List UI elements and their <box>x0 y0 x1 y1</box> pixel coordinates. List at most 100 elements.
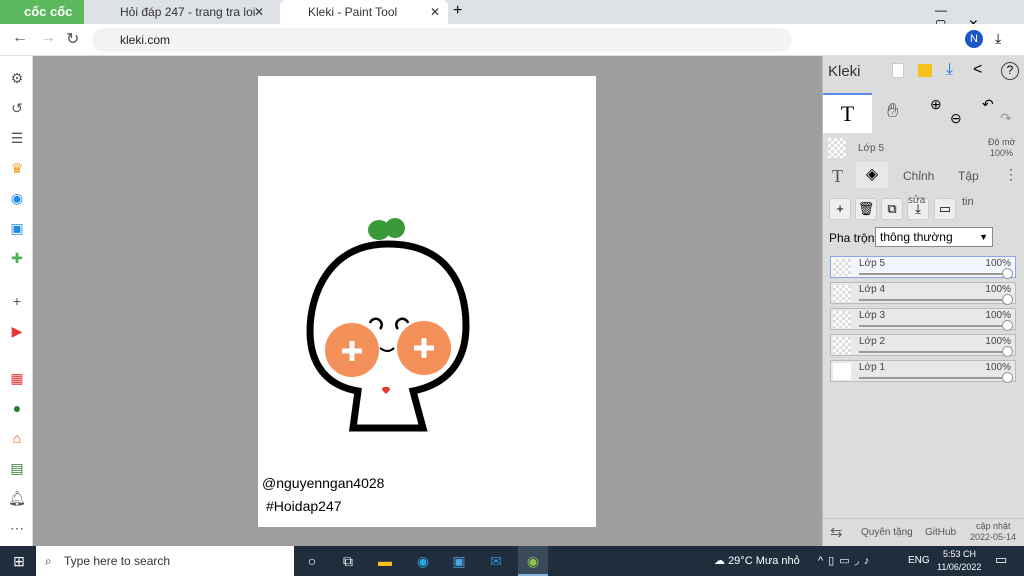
cortana-icon[interactable]: ○ <box>297 546 327 576</box>
zoom-out-icon[interactable]: ⊖ <box>950 110 962 127</box>
notification-icon[interactable]: ▭ <box>995 552 1007 568</box>
forward-icon[interactable]: → <box>40 29 56 47</box>
shop-icon[interactable]: ⌂ <box>7 428 27 448</box>
windows-start-icon[interactable]: ⊞ <box>4 546 34 576</box>
more-icon[interactable]: ⋯ <box>7 518 27 538</box>
layer-thumb <box>833 285 851 302</box>
mail-icon[interactable]: ✉ <box>481 546 511 576</box>
tab-layers-icon[interactable]: ◈ <box>856 162 888 188</box>
edge-icon[interactable]: ◉ <box>408 546 438 576</box>
opacity-slider[interactable] <box>859 273 1007 275</box>
layer-item[interactable]: Lớp 3 100% <box>830 308 1016 331</box>
share-icon[interactable]: < <box>973 61 982 79</box>
opacity-label: Độ mờ <box>988 137 1016 147</box>
slider-knob[interactable] <box>1002 268 1013 279</box>
history-icon[interactable]: ↺ <box>7 98 27 118</box>
layer-item[interactable]: Lớp 2 100% <box>830 334 1016 357</box>
slider-knob[interactable] <box>1002 294 1013 305</box>
blend-mode-select[interactable]: thông thường ▼ <box>875 227 993 247</box>
drawing-canvas[interactable]: @nguyenngan4028 #Hoidap247 <box>258 76 596 527</box>
back-icon[interactable]: ← <box>12 29 28 47</box>
bell-icon[interactable]: 🔔︎ <box>7 488 27 508</box>
duplicate-layer-button[interactable]: ⧉ <box>881 198 903 220</box>
layer-thumb <box>833 363 851 380</box>
delete-layer-button[interactable]: 🗑︎ <box>855 198 877 220</box>
update-date: 2022-05-14 <box>970 532 1017 542</box>
layer-item[interactable]: Lớp 5 100% <box>830 256 1016 279</box>
cloud-icon: ☁ <box>714 555 729 567</box>
layer-name: Lớp 5 <box>859 258 886 269</box>
more-menu-icon[interactable]: ⋮ <box>1004 166 1018 183</box>
text-tool-button[interactable]: T <box>823 93 872 133</box>
settings-icon[interactable]: ⚙ <box>7 68 27 88</box>
layer-thumb <box>833 311 851 328</box>
hand-tool-icon[interactable]: ✋︎ <box>887 100 898 123</box>
layer-thumb <box>833 337 851 354</box>
file-explorer-icon[interactable]: ▬ <box>370 546 400 576</box>
open-folder-icon[interactable] <box>918 64 932 77</box>
redo-icon[interactable]: ↷ <box>1000 110 1012 127</box>
tab-text-icon[interactable]: T <box>832 166 843 187</box>
tab-kleki[interactable]: Kleki - Paint Tool ✕ <box>280 0 448 24</box>
layer-thumbnail <box>828 138 846 158</box>
tab-file[interactable]: Tập <box>958 169 979 183</box>
help-icon[interactable]: ? <box>1001 62 1019 80</box>
browser-sidebar: ⚙ ↺ ☰ ♛ ◉ ▣ ✚ + ▶ ▦ ● ⌂ ▤ 🔔︎ ⋯ <box>0 56 33 546</box>
url-input[interactable]: kleki.com <box>92 28 792 52</box>
store-icon[interactable]: ▣ <box>444 546 474 576</box>
layer-name: Lớp 2 <box>859 336 886 347</box>
tab-adjust[interactable]: Chỉnh <box>903 169 934 183</box>
slider-knob[interactable] <box>1002 320 1013 331</box>
opacity-slider[interactable] <box>859 325 1007 327</box>
slider-knob[interactable] <box>1002 372 1013 383</box>
language-indicator[interactable]: ENG <box>908 555 930 566</box>
current-layer-name: Lớp 5 <box>858 143 885 154</box>
clock-time[interactable]: 5:53 CH <box>943 549 976 559</box>
taskbar: ⊞ ⌕ Type here to search ○ ⧉ ▬ ◉ ▣ ✉ ◉ ☁ 2… <box>0 546 1024 576</box>
save-download-icon[interactable]: ⤓ <box>946 61 953 79</box>
zalo-icon[interactable]: ▣ <box>7 218 27 238</box>
taskbar-search[interactable]: ⌕ Type here to search <box>36 546 294 576</box>
zoom-in-icon[interactable]: ⊕ <box>930 96 942 113</box>
opacity-slider[interactable] <box>859 351 1007 353</box>
new-image-icon[interactable] <box>892 63 904 78</box>
messenger-icon[interactable]: ◉ <box>7 188 27 208</box>
layer-item[interactable]: Lớp 4 100% <box>830 282 1016 305</box>
layer-item[interactable]: Lớp 1 100% <box>830 360 1016 383</box>
coccoc-taskbar-icon[interactable]: ◉ <box>518 546 548 576</box>
download-icon[interactable]: ⤓ <box>995 30 1001 47</box>
clock-date[interactable]: 11/06/2022 <box>937 562 981 572</box>
donate-link[interactable]: Quyên tặng <box>861 527 913 538</box>
close-icon[interactable]: ✕ <box>430 0 440 24</box>
crown-icon[interactable]: ♛ <box>7 158 27 178</box>
search-placeholder: Type here to search <box>64 554 171 568</box>
swap-side-icon[interactable]: ⇆ <box>830 523 843 541</box>
sheet-icon[interactable]: ▤ <box>7 458 27 478</box>
rename-layer-button[interactable]: ▭ <box>934 198 956 220</box>
browser-brand[interactable]: cốc cốc <box>0 0 84 24</box>
weather[interactable]: ☁ 29°C Mưa nhỏ <box>714 554 800 567</box>
add-icon[interactable]: + <box>7 291 27 311</box>
undo-icon[interactable]: ↶ <box>982 96 994 113</box>
close-icon[interactable]: ✕ <box>254 0 264 24</box>
new-tab-button[interactable]: + <box>453 2 462 20</box>
list-icon[interactable]: ☰ <box>7 128 27 148</box>
game-icon[interactable]: ✚ <box>7 248 27 268</box>
slider-knob[interactable] <box>1002 346 1013 357</box>
avatar[interactable]: N <box>965 30 983 48</box>
add-layer-button[interactable]: + <box>829 198 851 220</box>
opacity-slider[interactable] <box>859 377 1007 379</box>
github-link[interactable]: GitHub <box>925 527 956 538</box>
calendar-icon[interactable]: ▦ <box>7 368 27 388</box>
tab-hoidap[interactable]: Hỏi đáp 247 - trang tra loi ✕ <box>92 0 272 24</box>
tray-icons[interactable]: ^▯▭◞♪ <box>818 554 874 567</box>
task-view-icon[interactable]: ⧉ <box>333 546 363 576</box>
opacity-slider[interactable] <box>859 299 1007 301</box>
canvas-text-hashtag: #Hoidap247 <box>266 498 342 514</box>
youtube-icon[interactable]: ▶ <box>7 321 27 341</box>
chevron-down-icon: ▼ <box>979 232 988 242</box>
reload-icon[interactable]: ↻ <box>66 29 79 49</box>
turtle-icon[interactable]: ● <box>7 398 27 418</box>
opacity-value: 100% <box>990 148 1014 158</box>
update-label[interactable]: cập nhật <box>976 521 1011 531</box>
